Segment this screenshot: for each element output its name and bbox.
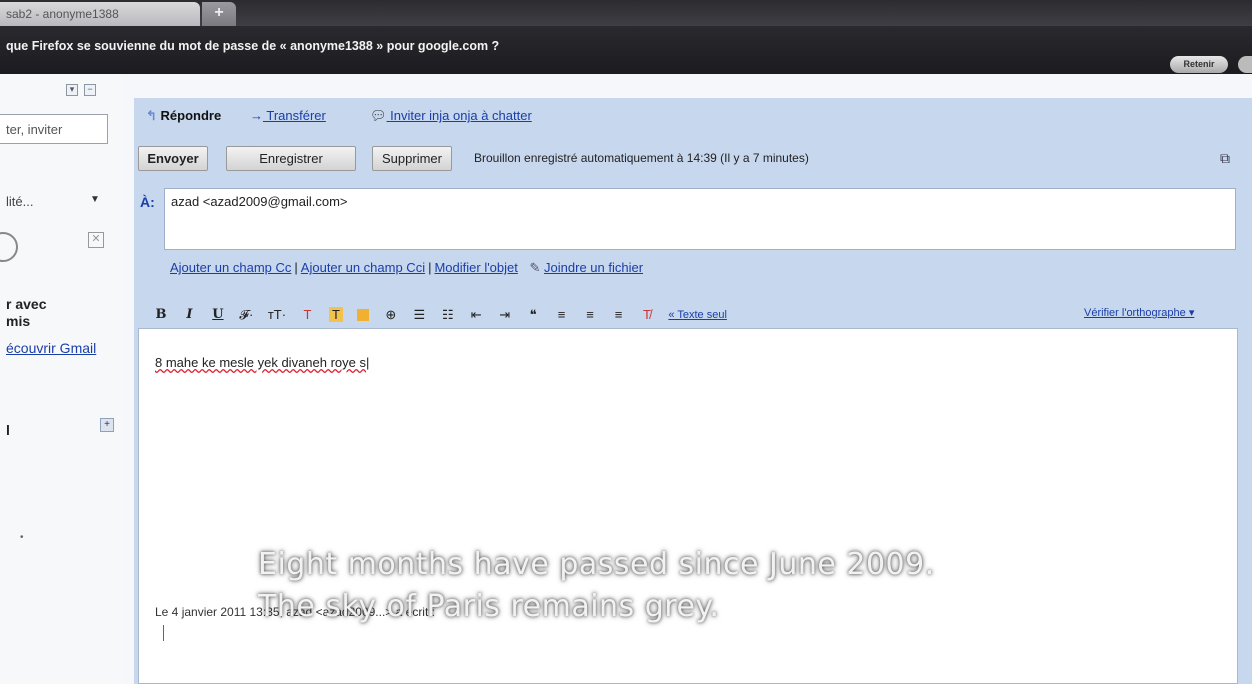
thread-actions-bar: ↰ Répondre → Transférer 💬︎ Inviter inja … [134, 98, 1252, 138]
reply-label: Répondre [160, 108, 222, 123]
message-body-text: 8 mahe ke mesle yek divaneh roye s| [155, 355, 369, 370]
forward-label: Transférer [266, 108, 326, 123]
bold-icon[interactable]: B [154, 307, 168, 322]
numbered-list-icon[interactable]: ☰ [412, 307, 426, 323]
gmail-sidebar: ▾ − ter, inviter lité... ▼ ✕ r avec mis … [0, 74, 125, 684]
spell-check-link[interactable]: Vérifier l'orthographe ▾ [1084, 306, 1194, 319]
chat-search-input[interactable]: ter, inviter [0, 114, 108, 144]
italic-icon[interactable]: I [182, 307, 196, 322]
discard-button[interactable]: Supprimer [372, 146, 452, 171]
status-circle-icon [0, 232, 18, 262]
invite-chat-link[interactable]: 💬︎ Inviter inja onja à chatter [370, 108, 532, 124]
close-icon[interactable]: ✕ [88, 232, 104, 248]
minimize-icon[interactable]: − [84, 84, 96, 96]
collapse-icon[interactable]: ▾ [66, 84, 78, 96]
message-body-editor[interactable]: 8 mahe ke mesle yek divaneh roye s| Le 4… [138, 328, 1238, 684]
add-cc-link[interactable]: Ajouter un champ Cc [170, 260, 291, 275]
chat-status-label[interactable]: lité... [6, 194, 33, 209]
browser-tab[interactable]: sab2 - anonyme1388 [0, 2, 200, 26]
quote-icon[interactable]: ❝ [526, 307, 540, 323]
password-save-bar: que Firefox se souvienne du mot de passe… [0, 26, 1252, 74]
contact-section-label: l [6, 422, 10, 438]
chat-promo-text: r avec mis [6, 296, 46, 330]
align-left-icon[interactable]: ≡ [555, 307, 569, 322]
chat-promo-line2: mis [6, 313, 31, 329]
draft-status-text: Brouillon enregistré automatiquement à 1… [474, 151, 809, 165]
chat-promo-line1: r avec [6, 296, 47, 312]
message-body-content: 8 mahe ke mesle yek divaneh roye s [155, 355, 366, 370]
send-button[interactable]: Envoyer [138, 146, 208, 171]
save-draft-button[interactable]: Enregistrer [226, 146, 356, 171]
new-tab-button[interactable]: + [202, 2, 236, 26]
align-center-icon[interactable]: ≡ [583, 307, 597, 322]
to-field[interactable]: azad <azad2009@gmail.com> [164, 188, 1236, 250]
remember-password-button[interactable]: Retenir [1170, 56, 1228, 73]
reply-tab[interactable]: ↰ Répondre [146, 108, 221, 124]
underline-icon[interactable]: U [211, 307, 225, 322]
forward-link[interactable]: → Transférer [250, 108, 326, 123]
separator: | [294, 260, 298, 275]
outdent-icon[interactable]: ⇤ [469, 307, 483, 323]
indent-icon[interactable]: ⇥ [498, 307, 512, 323]
edit-subject-link[interactable]: Modifier l'objet [434, 260, 517, 275]
expand-plus-icon[interactable]: + [100, 418, 114, 432]
plain-text-link[interactable]: « Texte seul [668, 309, 727, 321]
to-label: À: [140, 194, 155, 210]
attach-file-link[interactable]: Joindre un fichier [544, 260, 643, 275]
invite-chat-label: Inviter inja onja à chatter [390, 108, 532, 123]
subtitle-line-1: Eight months have passed since June 2009… [258, 547, 935, 582]
link-icon[interactable]: ⊕ [384, 307, 398, 323]
align-right-icon[interactable]: ≡ [611, 307, 625, 322]
emoji-icon[interactable] [357, 308, 370, 321]
paperclip-icon: ✎ [529, 260, 541, 275]
font-size-icon[interactable]: тT· [268, 307, 286, 322]
forward-arrow-icon: → [250, 108, 263, 123]
add-bcc-link[interactable]: Ajouter un champ Cci [301, 260, 425, 275]
password-bar-menu-button[interactable] [1238, 56, 1252, 73]
font-icon[interactable]: 𝓕· [239, 307, 253, 323]
remove-formatting-icon[interactable]: T̸ [640, 307, 654, 322]
text-cursor-bottom [163, 625, 164, 641]
subtitle-line-2: The sky of Paris remains grey. [258, 589, 720, 624]
status-dropdown-icon[interactable]: ▼ [90, 194, 100, 205]
popout-icon[interactable]: ⧉ [1220, 150, 1236, 166]
chat-bubble-icon: 💬︎ [370, 108, 387, 123]
video-subtitles: Eight months have passed since June 2009… [258, 544, 935, 628]
password-prompt-text: que Firefox se souvienne du mot de passe… [6, 39, 500, 53]
browser-tab-strip: sab2 - anonyme1388 + [0, 0, 1252, 26]
highlight-color-icon[interactable]: T [328, 307, 343, 323]
text-cursor: | [366, 355, 370, 370]
reply-arrow-icon: ↰ [146, 108, 157, 123]
discover-gmail-link[interactable]: écouvrir Gmail [6, 340, 96, 356]
separator: | [428, 260, 432, 275]
text-color-icon[interactable]: T [301, 307, 315, 322]
bullet-icon: • [20, 532, 24, 543]
compose-field-links: Ajouter un champ Cc | Ajouter un champ Cci… [170, 260, 643, 276]
formatting-toolbar: B I U 𝓕· тT· T T ⊕ ☰ ☷ ⇤ ⇥ ❝ ≡ ≡ ≡ T̸ « … [154, 306, 737, 326]
bulleted-list-icon[interactable]: ☷ [441, 307, 455, 323]
